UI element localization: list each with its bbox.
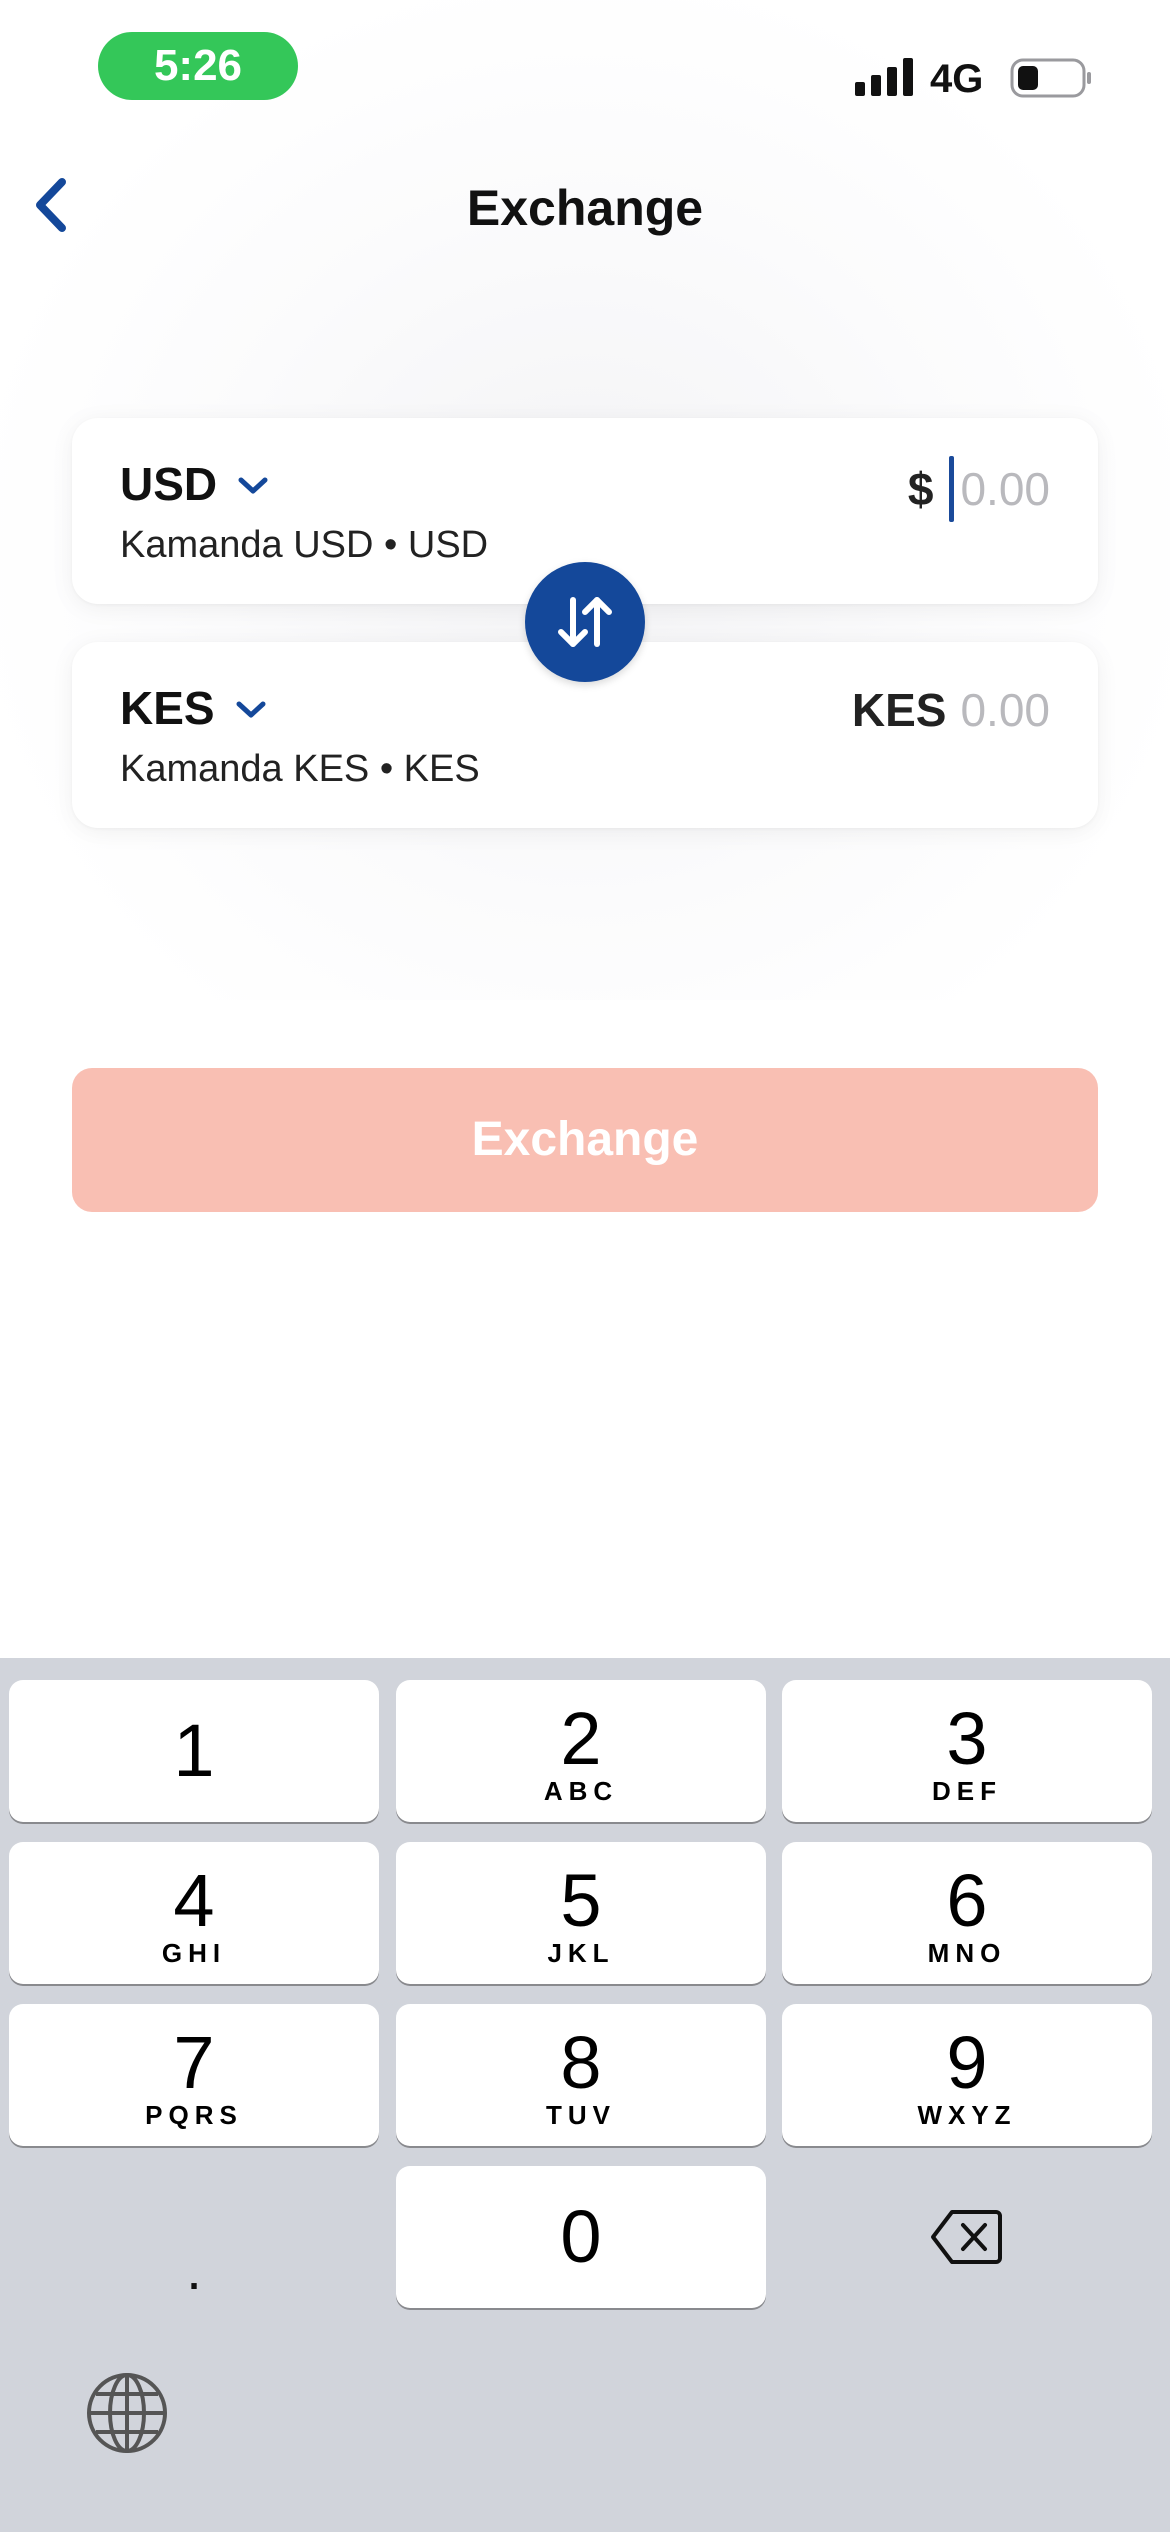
from-currency-selector[interactable]: USD [120, 456, 269, 512]
key-letters: PQRS [145, 2100, 243, 2130]
backspace-icon [931, 2210, 1002, 2264]
key-digit: 1 [173, 1709, 215, 1792]
key-digit: 9 [946, 2021, 988, 2104]
exchange-button[interactable]: Exchange [72, 1068, 1098, 1212]
key-3[interactable]: 3 DEF [782, 1680, 1152, 1822]
key-digit: 3 [946, 1697, 988, 1780]
key-digit: 2 [560, 1697, 602, 1780]
key-letters: TUV [546, 2100, 616, 2130]
page-title: Exchange [466, 180, 704, 236]
key-digit: 6 [946, 1859, 988, 1942]
key-2[interactable]: 2 ABC [396, 1680, 766, 1822]
from-amount-input[interactable]: $ 0.00 [908, 456, 1050, 522]
key-digit: 4 [173, 1859, 215, 1942]
key-digit: 5 [560, 1859, 602, 1942]
delete-key[interactable] [782, 2166, 1152, 2308]
key-9[interactable]: 9 WXYZ [782, 2004, 1152, 2146]
chevron-down-icon [236, 701, 266, 718]
to-currency-selector[interactable]: KES [120, 680, 267, 736]
key-5[interactable]: 5 JKL [396, 1842, 766, 1984]
globe-icon[interactable] [84, 2370, 170, 2456]
status-time: 5:26 [98, 32, 298, 100]
to-account-label: Kamanda KES • KES [120, 748, 480, 790]
from-amount-placeholder: 0.00 [960, 463, 1050, 515]
key-7[interactable]: 7 PQRS [9, 2004, 379, 2146]
key-letters: ABC [543, 1776, 619, 1806]
key-1[interactable]: 1 [9, 1680, 379, 1822]
key-letters: DEF [932, 1776, 1002, 1806]
key-digit: 8 [560, 2021, 602, 2104]
key-0[interactable]: 0 [396, 2166, 766, 2308]
key-decimal[interactable]: . [9, 2210, 379, 2352]
to-amount-prefix: KES [851, 684, 947, 736]
key-letters: MNO [927, 1938, 1007, 1968]
battery-icon [1010, 58, 1091, 98]
from-account-label: Kamanda USD • USD [120, 524, 489, 566]
key-8[interactable]: 8 TUV [396, 2004, 766, 2146]
to-amount-placeholder: 0.00 [960, 684, 1050, 736]
key-digit: 0 [560, 2195, 602, 2278]
swap-arrows-icon [558, 597, 612, 647]
swap-currencies-button[interactable] [525, 562, 645, 682]
network-type: 4G [930, 57, 984, 101]
to-amount-input[interactable]: KES 0.00 [852, 680, 1050, 740]
key-6[interactable]: 6 MNO [782, 1842, 1152, 1984]
chevron-down-icon [238, 477, 268, 494]
to-currency-code: KES [120, 682, 215, 734]
key-digit: 7 [173, 2021, 215, 2104]
text-cursor [949, 456, 955, 522]
key-4[interactable]: 4 GHI [9, 1842, 379, 1984]
key-letters: WXYZ [917, 2100, 1017, 2130]
from-amount-prefix: $ [907, 463, 934, 515]
signal-icon [855, 58, 913, 96]
from-currency-code: USD [120, 458, 218, 510]
key-letters: JKL [547, 1938, 615, 1968]
key-letters: GHI [161, 1938, 227, 1968]
